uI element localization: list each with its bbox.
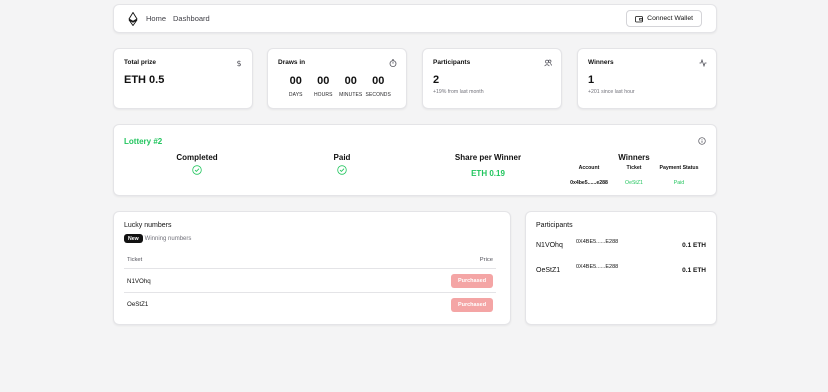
countdown-hours: 00 HOURS [310, 75, 338, 98]
purchased-button[interactable]: Purchased [451, 297, 493, 312]
new-badge: New [124, 234, 143, 243]
participant-address: 0X4BE5......E288 [576, 264, 619, 270]
countdown-days-label: DAYS [288, 92, 303, 98]
lottery-title: Lottery #2 [124, 137, 163, 146]
participants-value: 2 [433, 74, 440, 86]
winners-title: Winners [588, 59, 614, 66]
col-price: Price [479, 257, 493, 263]
paid-label: Paid [333, 153, 351, 162]
draws-in-title: Draws in [278, 59, 306, 66]
table-row: OeStZ1 Purchased [124, 293, 496, 316]
share-value: ETH 0.19 [471, 169, 505, 178]
check-circle-icon [192, 165, 202, 175]
table-row: N1VOhq Purchased [124, 270, 496, 293]
countdown-minutes-value: 00 [344, 75, 357, 87]
countdown-seconds-label: SECONDS [365, 92, 391, 98]
winner-ticket: OeStZ1 [625, 180, 643, 186]
list-item: N1VOhq 0X4BE5......E288 0.1 ETH [536, 239, 706, 253]
status-column: Completed [167, 153, 227, 180]
dollar-icon: $ [236, 59, 241, 67]
winners-table: Account Ticket Payment Status 0x4be5....… [569, 165, 699, 186]
total-prize-card: Total prize $ ETH 0.5 [113, 48, 253, 109]
winners-column: Winners [609, 153, 659, 162]
participant-name: OeStZ1 [536, 267, 561, 274]
info-icon[interactable] [698, 137, 706, 145]
wallet-icon [635, 15, 644, 22]
participant-name: N1VOhq [536, 242, 563, 249]
countdown-minutes: 00 MINUTES [337, 75, 365, 98]
participants-card: Participants 2 +19% from last month [422, 48, 562, 109]
top-nav-bar: Home Dashboard Connect Wallet [113, 4, 717, 33]
share-column: Share per Winner ETH 0.19 [448, 153, 528, 178]
col-account: Account [578, 165, 600, 171]
participant-address: 0X4BE5......E288 [576, 239, 619, 245]
timer-icon [389, 59, 397, 67]
total-prize-value: ETH 0.5 [124, 74, 165, 86]
participants-sub: +19% from last month [433, 89, 484, 95]
draws-in-card: Draws in 00 DAYS 00 HOURS 00 MINUTES 00 … [267, 48, 407, 109]
lucky-table-header: Ticket Price [124, 257, 496, 269]
participant-amount: 0.1 ETH [682, 267, 706, 274]
participants-panel-title: Participants [536, 222, 573, 229]
table-row: 0x4be5......e288 OeStZ1 Paid [569, 180, 699, 186]
countdown-days-value: 00 [289, 75, 302, 87]
winners-label: Winners [618, 153, 650, 162]
purchased-button[interactable]: Purchased [451, 274, 493, 288]
users-icon [544, 59, 552, 67]
countdown-hours-value: 00 [317, 75, 330, 87]
ethereum-icon[interactable] [128, 11, 138, 26]
winners-table-header: Account Ticket Payment Status [569, 165, 699, 171]
countdown-seconds-value: 00 [372, 75, 385, 87]
col-payment-status: Payment Status [659, 165, 699, 171]
participants-title: Participants [433, 59, 471, 66]
nav-home-link[interactable]: Home [146, 14, 166, 23]
activity-icon [699, 59, 707, 67]
countdown: 00 DAYS 00 HOURS 00 MINUTES 00 SECONDS [278, 75, 396, 98]
winners-sub: +201 since last hour [588, 89, 635, 95]
check-circle-icon [337, 165, 347, 175]
svg-text:$: $ [236, 59, 241, 67]
countdown-minutes-label: MINUTES [339, 92, 363, 98]
lucky-badge-row: New Winning numbers [124, 234, 191, 243]
winners-card: Winners 1 +201 since last hour [577, 48, 717, 109]
total-prize-title: Total prize [124, 59, 157, 66]
countdown-hours-label: HOURS [313, 92, 333, 98]
lottery-card: Lottery #2 Completed Paid Share per Winn… [113, 124, 717, 196]
status-label: Completed [176, 153, 218, 162]
nav-dashboard-link[interactable]: Dashboard [173, 14, 210, 23]
ticket-id: N1VOhq [127, 277, 151, 285]
paid-column: Paid [322, 153, 362, 180]
share-label: Share per Winner [454, 153, 522, 162]
connect-wallet-button[interactable]: Connect Wallet [626, 10, 702, 27]
ticket-id: OeStZ1 [127, 301, 149, 308]
countdown-days: 00 DAYS [282, 75, 310, 98]
col-ticket: Ticket [127, 257, 143, 263]
winner-payment-status: Paid [673, 180, 685, 186]
col-ticket: Ticket [626, 165, 642, 171]
connect-wallet-label: Connect Wallet [647, 15, 693, 22]
lucky-numbers-title: Lucky numbers [124, 222, 172, 229]
winner-account: 0x4be5......e288 [570, 180, 608, 186]
winners-value: 1 [588, 74, 595, 86]
lucky-numbers-card: Lucky numbers New Winning numbers Ticket… [113, 211, 511, 325]
countdown-seconds: 00 SECONDS [365, 75, 393, 98]
participants-panel: Participants N1VOhq 0X4BE5......E288 0.1… [525, 211, 717, 325]
list-item: OeStZ1 0X4BE5......E288 0.1 ETH [536, 264, 706, 278]
participant-amount: 0.1 ETH [682, 242, 706, 249]
winning-numbers-label: Winning numbers [144, 235, 192, 242]
